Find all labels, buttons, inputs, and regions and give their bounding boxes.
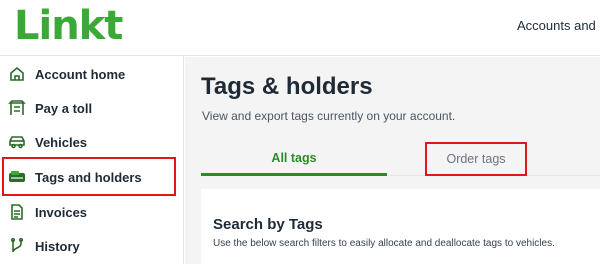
- toll-gate-icon: [8, 99, 26, 117]
- history-icon: [8, 237, 26, 255]
- document-icon: [8, 203, 26, 221]
- sidebar-item-invoices[interactable]: Invoices: [0, 195, 184, 229]
- sidebar-item-label: Account home: [35, 66, 126, 82]
- page-title: Tags & holders: [201, 73, 373, 100]
- page-subtitle: View and export tags currently on your a…: [202, 109, 456, 123]
- sidebar-item-label: Vehicles: [35, 134, 88, 150]
- sidebar-item-history[interactable]: History: [0, 229, 184, 263]
- card-title: Search by Tags: [213, 216, 323, 233]
- car-icon: [8, 133, 26, 151]
- top-bar: Linkt Accounts and p: [0, 0, 600, 56]
- highlight-box-tags-and-holders: [2, 157, 176, 196]
- tab-order-tags[interactable]: Order tags: [425, 142, 527, 176]
- home-icon: [8, 65, 26, 83]
- sidebar-item-label: Invoices: [35, 204, 88, 220]
- sidebar-item-account-home[interactable]: Account home: [0, 57, 184, 91]
- sidebar-item-label: Pay a toll: [35, 100, 93, 116]
- sidebar-item-pay-a-toll[interactable]: Pay a toll: [0, 91, 184, 125]
- linkt-logo[interactable]: Linkt: [14, 2, 123, 50]
- card-description: Use the below search filters to easily a…: [213, 238, 555, 249]
- search-by-tags-card: Search by Tags Use the below search filt…: [201, 189, 600, 264]
- tab-all-tags[interactable]: All tags: [201, 143, 387, 176]
- sidebar-item-label: History: [35, 238, 80, 254]
- accounts-nav-link[interactable]: Accounts and p: [517, 18, 600, 33]
- main-content: Tags & holders View and export tags curr…: [185, 57, 600, 264]
- sidebar-item-vehicles[interactable]: Vehicles: [0, 125, 184, 159]
